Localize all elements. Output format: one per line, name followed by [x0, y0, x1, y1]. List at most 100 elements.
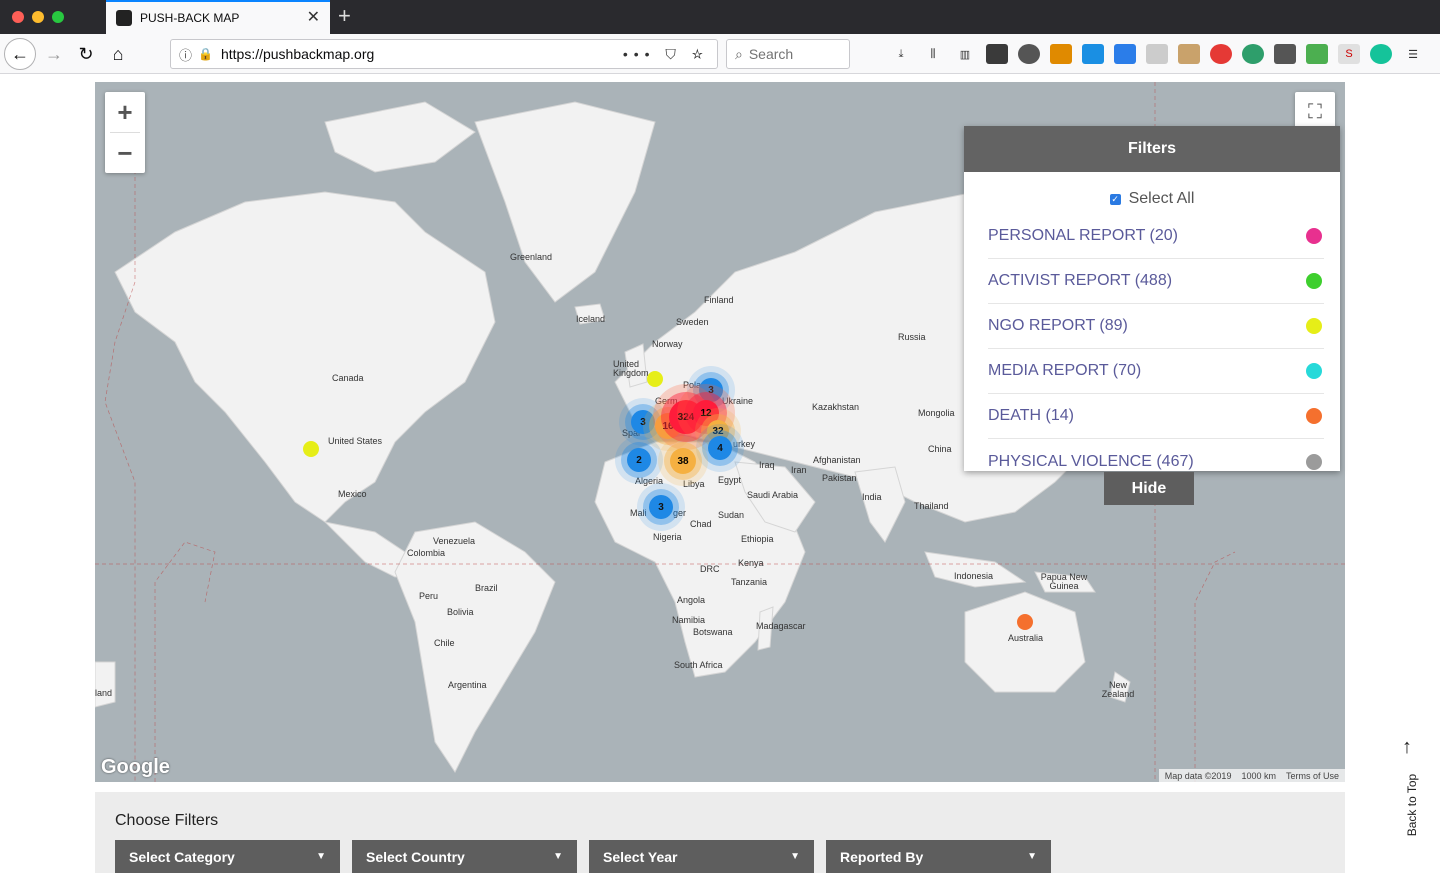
- url-text[interactable]: https://pushbackmap.org: [221, 46, 623, 62]
- caret-down-icon: ▼: [553, 851, 563, 862]
- zoom-in-button[interactable]: +: [105, 92, 145, 132]
- extension-icon[interactable]: S: [1338, 44, 1360, 64]
- select-country-dropdown[interactable]: Select Country ▼: [352, 840, 577, 873]
- map-label-china: China: [928, 444, 952, 454]
- reload-button[interactable]: ↻: [70, 38, 102, 70]
- color-dot-icon: [1306, 408, 1322, 424]
- extension-toolbar: ⤓ ⫼ ▥ S ☰: [890, 44, 1424, 64]
- fullscreen-icon: ⛶: [1308, 100, 1322, 123]
- color-dot-icon: [1306, 273, 1322, 289]
- cluster-marker[interactable]: 4: [708, 436, 732, 460]
- filter-item-personal-report[interactable]: PERSONAL REPORT (20): [988, 214, 1324, 259]
- select-all-option[interactable]: ✓ Select All: [964, 190, 1340, 208]
- death-marker[interactable]: [1017, 614, 1033, 630]
- extension-icon[interactable]: [1082, 44, 1104, 64]
- choose-filters-title: Choose Filters: [115, 812, 219, 829]
- dropdown-label: Select Category: [129, 848, 235, 865]
- search-bar[interactable]: ⌕ Search: [726, 39, 850, 69]
- extension-icon[interactable]: [1018, 44, 1040, 64]
- map-label-iran: Iran: [791, 465, 807, 475]
- zoom-out-button[interactable]: −: [105, 133, 145, 173]
- filter-list: PERSONAL REPORT (20) ACTIVIST REPORT (48…: [988, 214, 1324, 484]
- terms-link[interactable]: Terms of Use: [1286, 771, 1339, 781]
- filter-label: MEDIA REPORT (70): [988, 362, 1142, 379]
- extension-icon[interactable]: [1242, 44, 1264, 64]
- page-actions-icon[interactable]: ••• ⛉ ☆: [623, 46, 709, 63]
- cluster-marker[interactable]: 3: [631, 410, 655, 434]
- info-icon[interactable]: ⓘ: [179, 45, 192, 64]
- map-label-india: India: [862, 492, 882, 502]
- map-label-indonesia: Indonesia: [954, 571, 994, 581]
- site-favicon-icon: [116, 10, 132, 26]
- extension-icon[interactable]: [1050, 44, 1072, 64]
- cluster-marker[interactable]: 2: [627, 448, 651, 472]
- extension-icon[interactable]: [1306, 44, 1328, 64]
- map-label-russia: Russia: [898, 332, 926, 342]
- library-icon[interactable]: ⫼: [922, 44, 944, 64]
- forward-button[interactable]: →: [38, 38, 70, 70]
- map-label-canada: Canada: [332, 373, 364, 383]
- map-label-mexico: Mexico: [338, 489, 367, 499]
- maximize-window-button[interactable]: [52, 11, 64, 23]
- sidebar-icon[interactable]: ▥: [954, 44, 976, 64]
- tab-title: PUSH-BACK MAP: [140, 11, 240, 25]
- map-scale[interactable]: 1000 km: [1241, 771, 1276, 781]
- map-label-kazakhstan: Kazakhstan: [812, 402, 860, 412]
- extension-icon[interactable]: [1178, 44, 1200, 64]
- map-label-united-states: United States: [328, 436, 383, 446]
- filter-label: NGO REPORT (89): [988, 317, 1128, 334]
- map-label-brazil: Brazil: [475, 583, 498, 593]
- menu-icon[interactable]: ☰: [1402, 44, 1424, 64]
- cluster-marker[interactable]: 38: [670, 448, 696, 474]
- caret-down-icon: ▼: [316, 851, 326, 862]
- filter-label: PHYSICAL VIOLENCE (467): [988, 452, 1194, 470]
- map-label-peru: Peru: [419, 591, 439, 601]
- extension-icon[interactable]: [1210, 44, 1232, 64]
- map-attribution: Map data ©2019 1000 km Terms of Use: [1158, 769, 1345, 782]
- ngo-report-marker[interactable]: [647, 371, 663, 387]
- map-label-mongolia: Mongolia: [918, 408, 955, 418]
- map-label-papua-new-guinea: Papua New Guinea: [1040, 572, 1088, 591]
- select-category-dropdown[interactable]: Select Category ▼: [115, 840, 340, 873]
- cluster-marker[interactable]: 3: [699, 378, 723, 402]
- browser-tab[interactable]: PUSH-BACK MAP ✕: [106, 0, 330, 34]
- filter-item-ngo-report[interactable]: NGO REPORT (89): [988, 304, 1324, 349]
- map-label-greenland: Greenland: [510, 252, 553, 262]
- filter-item-death[interactable]: DEATH (14): [988, 394, 1324, 439]
- extension-icon[interactable]: [1114, 44, 1136, 64]
- browser-navbar: ← → ↻ ⌂ ⓘ 🔒 https://pushbackmap.org ••• …: [0, 34, 1440, 74]
- checkbox-checked-icon[interactable]: ✓: [1109, 193, 1121, 205]
- minimize-window-button[interactable]: [32, 11, 44, 23]
- map-label-pakistan: Pakistan: [822, 473, 857, 483]
- cluster-marker[interactable]: 3: [649, 495, 673, 519]
- map-label-nigeria: Nigeria: [653, 532, 682, 542]
- reported-by-dropdown[interactable]: Reported By ▼: [826, 840, 1051, 873]
- new-tab-button[interactable]: +: [338, 4, 351, 28]
- back-button[interactable]: ←: [4, 38, 36, 70]
- home-button[interactable]: ⌂: [102, 38, 134, 70]
- extension-icon[interactable]: [986, 44, 1008, 64]
- google-logo: Google: [101, 756, 170, 778]
- download-icon[interactable]: ⤓: [890, 44, 912, 64]
- map-label-chile: Chile: [434, 638, 455, 648]
- dropdown-label: Select Country: [366, 848, 465, 865]
- map-label-botswana: Botswana: [693, 627, 733, 637]
- extension-icon[interactable]: [1146, 44, 1168, 64]
- map-label-thailand: Thailand: [914, 501, 949, 511]
- extension-icon[interactable]: [1370, 44, 1392, 64]
- url-bar[interactable]: ⓘ 🔒 https://pushbackmap.org ••• ⛉ ☆: [170, 39, 718, 69]
- filter-item-activist-report[interactable]: ACTIVIST REPORT (488): [988, 259, 1324, 304]
- select-year-dropdown[interactable]: Select Year ▼: [589, 840, 814, 873]
- close-tab-icon[interactable]: ✕: [307, 10, 320, 26]
- close-window-button[interactable]: [12, 11, 24, 23]
- map-label-new-zealand: New Zealand: [1101, 680, 1135, 699]
- map-label-kenya: Kenya: [738, 558, 764, 568]
- back-to-top-link[interactable]: ↑ Back to Top: [1400, 736, 1420, 846]
- extension-icon[interactable]: [1274, 44, 1296, 64]
- map-label-iceland: Iceland: [576, 314, 606, 324]
- filter-item-media-report[interactable]: MEDIA REPORT (70): [988, 349, 1324, 394]
- ngo-report-marker[interactable]: [303, 441, 319, 457]
- lock-warning-icon[interactable]: 🔒: [198, 47, 213, 61]
- hide-filters-button[interactable]: Hide: [1104, 472, 1194, 505]
- map-label-ethiopia: Ethiopia: [741, 534, 774, 544]
